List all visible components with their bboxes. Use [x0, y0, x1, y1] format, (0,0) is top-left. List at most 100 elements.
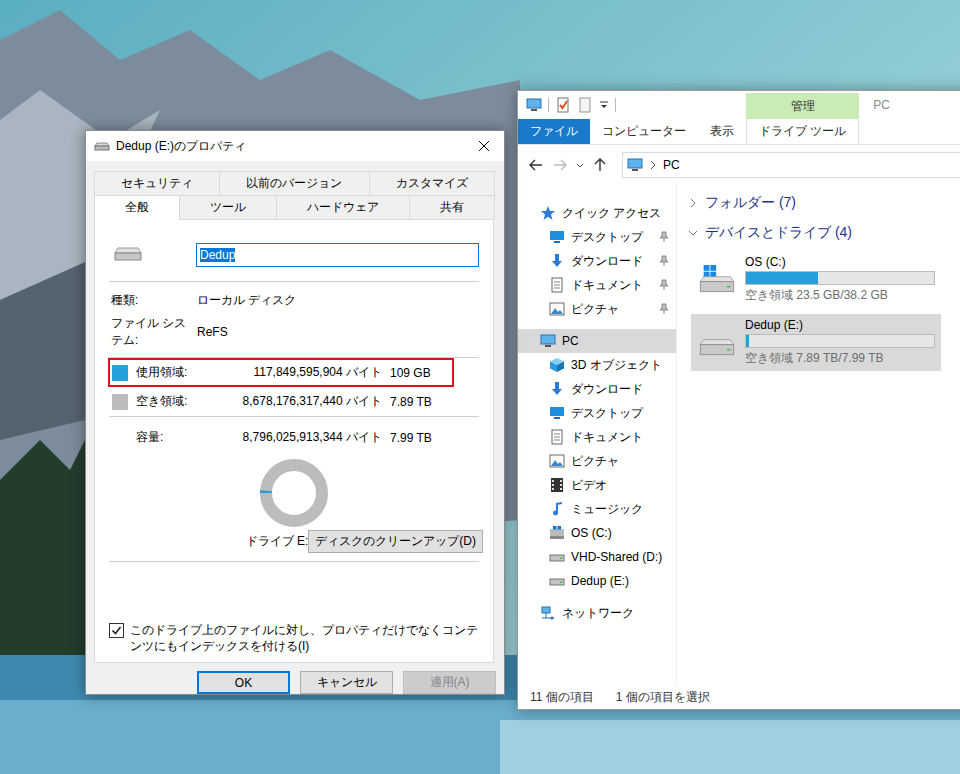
pc-icon[interactable] [526, 97, 542, 113]
nav-item[interactable]: ピクチャ [518, 297, 676, 321]
info-value: ReFS [197, 325, 479, 339]
nav-item[interactable]: 3D オブジェクト [518, 353, 676, 377]
window-title: PC [859, 91, 960, 119]
desktop-icon [549, 405, 565, 421]
breadcrumb[interactable]: PC [663, 158, 680, 172]
tab[interactable]: ハードウェア [276, 195, 410, 219]
free-ring [266, 465, 322, 521]
capacity-row: 容量: 8,796,025,913,344 バイト 7.99 TB [108, 423, 454, 452]
index-checkbox-row[interactable]: このドライブ上のファイルに対し、プロパティだけでなくコンテンツにもインデックスを… [109, 622, 479, 654]
tab[interactable]: カスタマイズ [369, 171, 495, 195]
nav-item[interactable]: VHD-Shared (D:) [518, 545, 676, 569]
nav-label: ミュージック [571, 501, 643, 518]
drive-name: Dedup (E:) [745, 318, 935, 332]
pin-icon[interactable] [658, 279, 670, 291]
info-label: ファイル システム: [111, 315, 197, 349]
status-text: 1 個の項目を選択 [616, 689, 710, 706]
section-header[interactable]: フォルダー (7) [687, 191, 960, 215]
dialog-buttons: OK キャンセル適用(A) [86, 671, 496, 694]
section-header[interactable]: デバイスとドライブ (4) [687, 221, 960, 245]
nav-item[interactable]: ミュージック [518, 497, 676, 521]
nav-item[interactable]: ドキュメント [518, 273, 676, 297]
nav-item[interactable]: ビデオ [518, 473, 676, 497]
usage-label: 空き領域: [136, 393, 214, 410]
usage-label: 使用領域: [136, 364, 214, 381]
ribbon-tab[interactable]: ファイル [518, 119, 590, 144]
nav-item[interactable]: デスクトップ [518, 401, 676, 425]
nav-label: OS (C:) [571, 526, 612, 540]
nav-item[interactable]: ネットワーク [518, 601, 676, 625]
close-button[interactable] [464, 131, 504, 161]
tab[interactable]: 以前のバージョン [219, 171, 369, 195]
usage-donut-chart [259, 458, 329, 528]
usage-bytes: 8,678,176,317,440 バイト [222, 393, 382, 410]
dialog-button: 適用(A) [403, 671, 496, 694]
drive-icon [549, 573, 565, 589]
pin-icon[interactable] [658, 231, 670, 243]
up-arrow-icon[interactable] [590, 155, 610, 175]
nav-item[interactable]: PC [518, 329, 676, 353]
tab[interactable]: 共有 [409, 195, 495, 219]
pin-icon[interactable] [658, 303, 670, 315]
nav-item[interactable]: ピクチャ [518, 449, 676, 473]
nav-group: PC 3D オブジェクト ダウンロード デスクトップ ドキュメント ピクチャ ビ… [518, 329, 676, 593]
drive-icon [549, 549, 565, 565]
star-icon [540, 205, 556, 221]
forward-arrow-icon[interactable] [550, 155, 570, 175]
download-icon [549, 381, 565, 397]
nav-item[interactable]: Dedup (E:) [518, 569, 676, 593]
disk-cleanup-button[interactable]: ディスクのクリーンアップ(D) [308, 530, 483, 553]
general-panel: Dedup 種類: ローカル ディスクファイル システム: ReFS 使用領域:… [94, 219, 494, 663]
nav-item[interactable]: ドキュメント [518, 425, 676, 449]
nav-item[interactable]: OS (C:) [518, 521, 676, 545]
info-row: ファイル システム: ReFS [109, 315, 479, 349]
picture-icon [549, 301, 565, 317]
back-arrow-icon[interactable] [526, 155, 546, 175]
ribbon-tab[interactable]: ドライブ ツール [746, 119, 859, 144]
drive-tile[interactable]: OS (C:) 空き領域 23.5 GB/38.2 GB [691, 251, 941, 308]
drive-free-space: 空き領域 23.5 GB/38.2 GB [745, 287, 935, 304]
dialog-button[interactable]: OK [197, 671, 290, 694]
desktop-icon [549, 229, 565, 245]
status-bar: 11 個の項目1 個の項目を選択 [518, 685, 960, 709]
nav-label: VHD-Shared (D:) [571, 550, 662, 564]
nav-label: デスクトップ [571, 405, 643, 422]
tab[interactable]: セキュリティ [94, 171, 220, 195]
capacity-size: 7.99 TB [390, 431, 450, 445]
nav-item[interactable]: ダウンロード [518, 249, 676, 273]
nav-item[interactable]: デスクトップ [518, 225, 676, 249]
close-icon [479, 141, 489, 151]
pin-icon[interactable] [658, 255, 670, 267]
nav-item[interactable]: ダウンロード [518, 377, 676, 401]
breadcrumb-chevron-icon[interactable] [647, 157, 659, 173]
address-bar[interactable]: PC [622, 152, 960, 178]
drive-tile[interactable]: Dedup (E:) 空き領域 7.89 TB/7.99 TB [691, 314, 941, 371]
ribbon-tab[interactable]: コンピューター [590, 119, 698, 144]
color-swatch [112, 394, 128, 410]
properties-check-icon[interactable] [555, 97, 571, 113]
windows-drive-icon [697, 260, 737, 300]
desktop: 管理 PC ファイルコンピューター表示ドライブ ツール PC クイック アクセス… [0, 0, 960, 774]
ribbon-header: 管理 PC ファイルコンピューター表示ドライブ ツール [518, 91, 960, 145]
usage-row: 使用領域: 117,849,595,904 バイト 109 GB [108, 358, 454, 387]
dialog-button[interactable]: キャンセル [300, 671, 393, 694]
tab[interactable]: 全般 [94, 195, 180, 220]
drive-info: Dedup (E:) 空き領域 7.89 TB/7.99 TB [745, 318, 935, 367]
drive-name-field[interactable]: Dedup [196, 243, 479, 267]
ribbon-tab[interactable]: 表示 [698, 119, 746, 144]
color-swatch [112, 365, 128, 381]
properties-dialog[interactable]: Dedup (E:)のプロパティ セキュリティ以前のバージョンカスタマイズ全般ツ… [85, 130, 505, 695]
history-dropdown-icon[interactable] [574, 155, 586, 175]
tab[interactable]: ツール [179, 195, 277, 219]
section-label: デバイスとドライブ (4) [705, 224, 852, 242]
nav-label: PC [562, 334, 579, 348]
drive-list: OS (C:) 空き領域 23.5 GB/38.2 GB Dedup (E:) … [691, 251, 960, 371]
document-icon [549, 277, 565, 293]
pc-icon [540, 333, 556, 349]
quick-access-toolbar [518, 91, 746, 119]
checkbox[interactable] [109, 623, 124, 638]
explorer-window[interactable]: 管理 PC ファイルコンピューター表示ドライブ ツール PC クイック アクセス… [517, 90, 960, 710]
customize-dropdown-icon[interactable] [599, 97, 609, 113]
nav-item[interactable]: クイック アクセス [518, 201, 676, 225]
new-folder-icon[interactable] [577, 97, 593, 113]
